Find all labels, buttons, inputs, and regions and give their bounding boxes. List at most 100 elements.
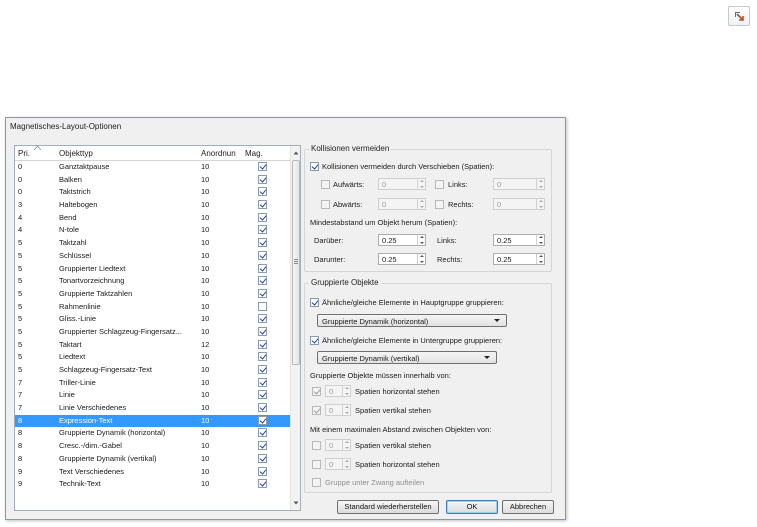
row-magnetic-checkbox[interactable] [258, 466, 267, 476]
table-row[interactable]: 9 Text Verschiedenes 10 [15, 466, 292, 479]
row-magnetic-checkbox[interactable] [258, 212, 267, 222]
table-row[interactable]: 5 Rahmenlinie 10 [15, 301, 292, 314]
ok-button[interactable]: OK [446, 500, 498, 514]
stepper-arrows-icon[interactable] [536, 235, 544, 245]
row-magnetic-checkbox[interactable] [258, 479, 267, 489]
table-row[interactable]: 3 Haltebogen 10 [15, 199, 292, 212]
row-magnetic-checkbox[interactable] [258, 326, 267, 336]
object-type-table[interactable]: Pri. Objekttyp Anordnun Mag. 0 Ganztaktpa… [14, 145, 301, 511]
row-magnetic-checkbox[interactable] [258, 339, 267, 349]
header-pri[interactable]: Pri. [18, 149, 30, 158]
row-magnetic-checkbox[interactable] [258, 428, 267, 438]
row-magnetic-checkbox[interactable] [258, 314, 267, 324]
darunter-stepper[interactable]: 0.25 [378, 253, 426, 265]
row-magnetic-checkbox[interactable] [258, 225, 267, 235]
row-magnetic-checkbox[interactable] [258, 352, 267, 362]
links-stepper[interactable]: 0 [493, 178, 545, 190]
rechts-checkbox[interactable] [435, 200, 444, 209]
row-magnetic-checkbox[interactable] [258, 453, 267, 463]
avoid-collisions-checkbox[interactable] [310, 162, 319, 171]
links2-stepper[interactable]: 0.25 [493, 234, 545, 246]
abwaerts-checkbox[interactable] [321, 200, 330, 209]
table-row[interactable]: 5 Gruppierter Schlagzeug-Fingersatz... 10 [15, 326, 292, 339]
force-split-checkbox[interactable] [312, 478, 321, 487]
scroll-up-icon[interactable] [291, 148, 301, 158]
restore-defaults-button[interactable]: Standard wiederherstellen [337, 500, 439, 514]
row-magnetic-checkbox[interactable] [258, 390, 267, 400]
row-magnetic-checkbox[interactable] [258, 403, 267, 413]
table-row[interactable]: 8 Expression-Text 10 [15, 414, 292, 428]
row-magnetic-checkbox[interactable] [258, 263, 267, 273]
corner-tool-button[interactable] [728, 6, 750, 26]
stepper-arrows-icon[interactable] [417, 179, 425, 189]
max-vertical-stepper[interactable]: 0 [325, 439, 351, 451]
table-row[interactable]: 0 Taktstrich 10 [15, 186, 292, 199]
row-magnetic-checkbox[interactable] [258, 441, 267, 451]
sub-group-select[interactable]: Gruppierte Dynamik (vertikal) [317, 351, 497, 364]
row-magnetic-checkbox[interactable] [258, 162, 267, 171]
rechts2-stepper[interactable]: 0.25 [493, 253, 545, 265]
max-vertical-checkbox[interactable] [312, 441, 321, 450]
within-horizontal-stepper[interactable]: 0 [325, 385, 351, 397]
table-row[interactable]: 4 Bend 10 [15, 212, 292, 225]
main-group-checkbox[interactable] [310, 298, 319, 307]
stepper-arrows-icon[interactable] [342, 440, 350, 450]
within-vertical-stepper[interactable]: 0 [325, 404, 351, 416]
row-magnetic-checkbox[interactable] [258, 187, 267, 197]
table-row[interactable]: 5 Taktart 12 [15, 339, 292, 352]
table-row[interactable]: 5 Schlagzeug-Fingersatz-Text 10 [15, 364, 292, 377]
max-horizontal-stepper[interactable]: 0 [325, 458, 351, 470]
header-mag[interactable]: Mag. [245, 149, 263, 158]
stepper-arrows-icon[interactable] [536, 179, 544, 189]
row-magnetic-checkbox[interactable] [258, 238, 267, 248]
row-magnetic-checkbox[interactable] [258, 365, 267, 374]
row-magnetic-checkbox[interactable] [258, 377, 267, 387]
table-row[interactable]: 8 Gruppierte Dynamik (horizontal) 10 [15, 427, 292, 440]
table-row[interactable]: 8 Cresc.-/dim.-Gabel 10 [15, 440, 292, 453]
table-row[interactable]: 0 Ganztaktpause 10 [15, 161, 292, 174]
links-checkbox[interactable] [435, 180, 444, 189]
table-row[interactable]: 5 Gruppierter Liedtext 10 [15, 263, 292, 276]
stepper-arrows-icon[interactable] [417, 199, 425, 209]
row-magnetic-checkbox[interactable] [258, 276, 267, 286]
sub-group-checkbox[interactable] [310, 336, 319, 345]
table-row[interactable]: 5 Gliss.-Linie 10 [15, 313, 292, 326]
aufwaerts-checkbox[interactable] [321, 180, 330, 189]
table-row[interactable]: 0 Balken 10 [15, 174, 292, 187]
aufwaerts-stepper[interactable]: 0 [378, 178, 426, 190]
abwaerts-stepper[interactable]: 0 [378, 198, 426, 210]
stepper-arrows-icon[interactable] [536, 254, 544, 264]
row-magnetic-checkbox[interactable] [258, 200, 267, 210]
stepper-arrows-icon[interactable] [417, 254, 425, 264]
header-objekttyp[interactable]: Objekttyp [59, 149, 93, 158]
table-row[interactable]: 5 Gruppierte Taktzahlen 10 [15, 288, 292, 301]
table-row[interactable]: 7 Triller-Linie 10 [15, 377, 292, 390]
row-magnetic-checkbox[interactable] [258, 250, 267, 260]
table-row[interactable]: 5 Liedtext 10 [15, 351, 292, 364]
table-row[interactable]: 8 Gruppierte Dynamik (vertikal) 10 [15, 453, 292, 466]
table-row[interactable]: 9 Technik-Text 10 [15, 478, 292, 491]
scroll-down-icon[interactable] [291, 498, 301, 508]
table-row[interactable]: 5 Taktzahl 10 [15, 237, 292, 250]
table-row[interactable]: 4 N-tole 10 [15, 224, 292, 237]
table-scrollbar[interactable] [290, 146, 300, 510]
table-row[interactable]: 5 Tonartvorzeichnung 10 [15, 275, 292, 288]
row-magnetic-checkbox[interactable] [258, 174, 267, 184]
scroll-thumb[interactable] [292, 160, 300, 365]
max-horizontal-checkbox[interactable] [312, 460, 321, 469]
stepper-arrows-icon[interactable] [342, 459, 350, 469]
rechts-stepper[interactable]: 0 [493, 198, 545, 210]
table-row[interactable]: 7 Linie 10 [15, 389, 292, 402]
stepper-arrows-icon[interactable] [342, 405, 350, 415]
table-row[interactable]: 7 Linie Verschiedenes 10 [15, 402, 292, 415]
table-row[interactable]: 5 Schlüssel 10 [15, 250, 292, 263]
cancel-button[interactable]: Abbrechen [502, 500, 554, 514]
row-magnetic-checkbox[interactable] [258, 288, 267, 298]
stepper-arrows-icon[interactable] [342, 386, 350, 396]
header-anordnung[interactable]: Anordnun [201, 149, 236, 158]
within-horizontal-checkbox[interactable] [312, 387, 321, 396]
row-magnetic-checkbox[interactable] [258, 415, 267, 425]
stepper-arrows-icon[interactable] [417, 235, 425, 245]
stepper-arrows-icon[interactable] [536, 199, 544, 209]
main-group-select[interactable]: Gruppierte Dynamik (horizontal) [317, 314, 507, 327]
